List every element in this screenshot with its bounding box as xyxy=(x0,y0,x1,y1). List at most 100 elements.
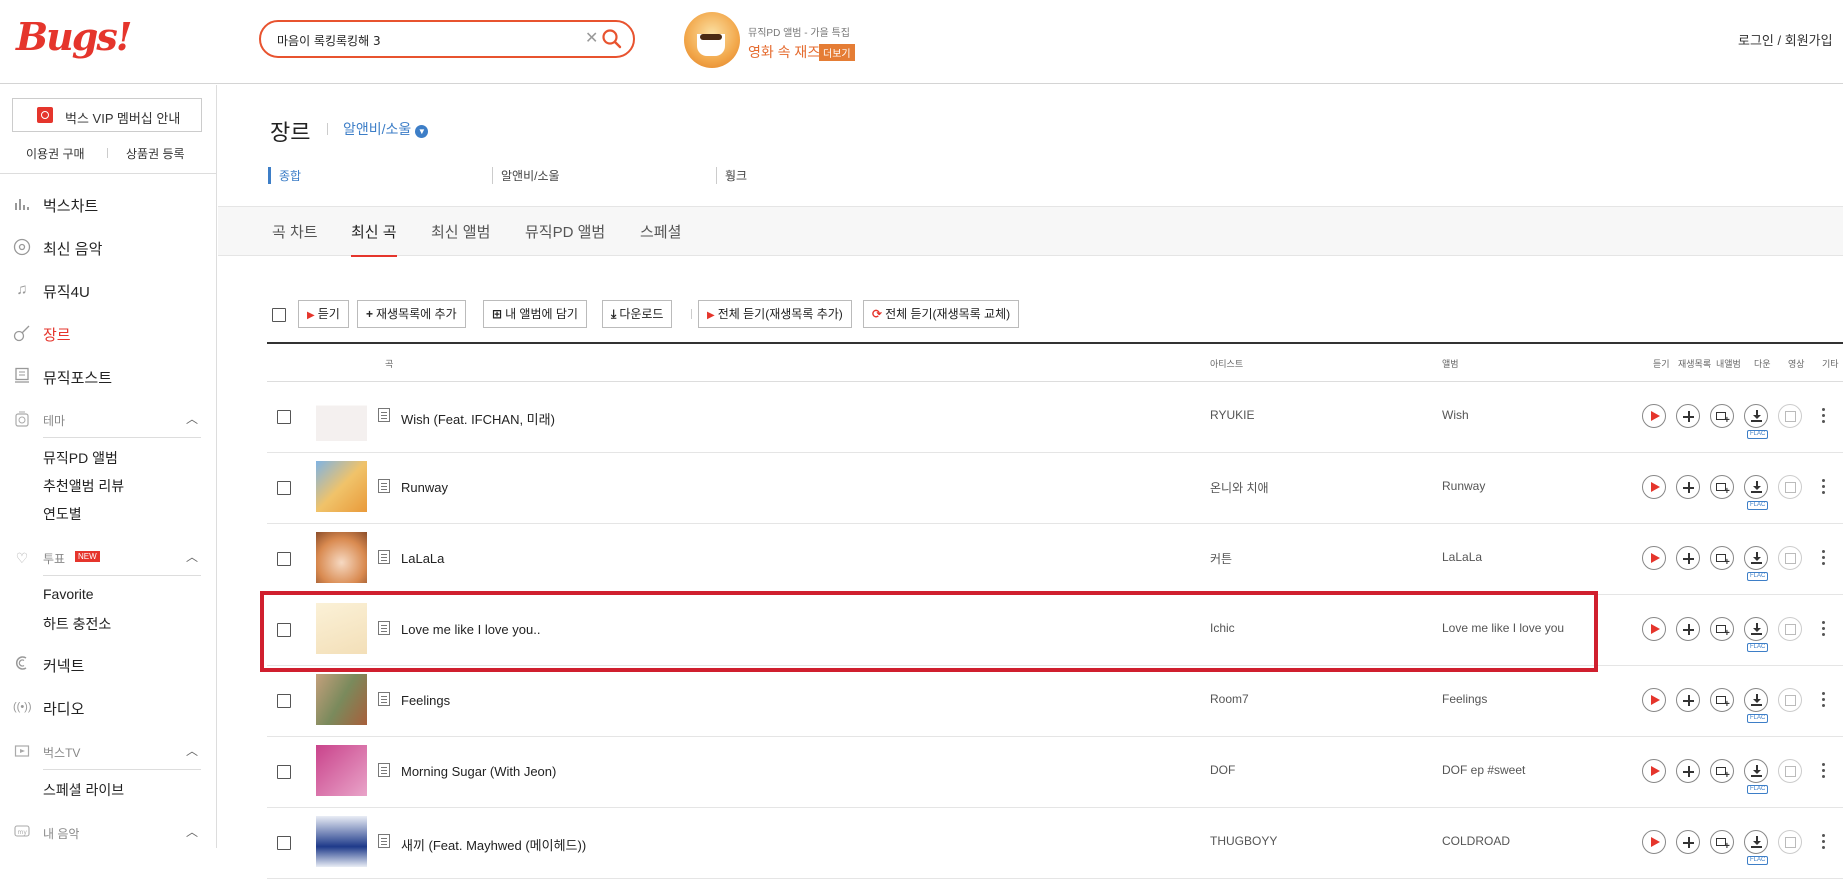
add-to-my-album-button[interactable]: ⊞ 내 앨범에 담기 xyxy=(483,300,587,328)
track-artist[interactable]: THUGBOYY xyxy=(1210,834,1277,848)
add-to-album-icon[interactable]: + xyxy=(1710,688,1734,712)
track-album[interactable]: Wish xyxy=(1442,408,1469,422)
clear-search-icon[interactable]: ✕ xyxy=(585,28,598,48)
sidebar-item-genre[interactable]: 장르 xyxy=(0,318,217,348)
download-icon[interactable] xyxy=(1744,475,1768,499)
more-options-icon[interactable] xyxy=(1818,404,1828,428)
sidebar-item-music4u[interactable]: ♫ 뮤직4U xyxy=(0,275,217,305)
download-icon[interactable] xyxy=(1744,688,1768,712)
track-title[interactable]: Wish (Feat. IFCHAN, 미래) xyxy=(401,409,555,428)
chevron-up-icon[interactable]: ︿ xyxy=(186,742,198,759)
listen-button[interactable]: ▶ 듣기 xyxy=(298,300,349,328)
row-checkbox[interactable] xyxy=(277,623,291,637)
download-icon[interactable] xyxy=(1744,759,1768,783)
play-button[interactable] xyxy=(1642,404,1666,428)
lyrics-icon[interactable] xyxy=(378,692,390,706)
row-checkbox[interactable] xyxy=(277,481,291,495)
row-checkbox[interactable] xyxy=(277,552,291,566)
more-options-icon[interactable] xyxy=(1818,830,1828,854)
login-link[interactable]: 로그인 xyxy=(1738,33,1774,48)
signup-link[interactable]: 회원가입 xyxy=(1785,33,1833,48)
track-artist[interactable]: RYUKIE xyxy=(1210,408,1254,422)
lyrics-icon[interactable] xyxy=(378,834,390,848)
sidebar-item-chart[interactable]: 벅스차트 xyxy=(0,189,217,219)
album-cover-image[interactable] xyxy=(316,674,367,725)
track-album[interactable]: DOF ep #sweet xyxy=(1442,763,1525,777)
add-to-playlist-icon[interactable] xyxy=(1676,404,1700,428)
album-cover-image[interactable] xyxy=(316,603,367,654)
more-options-icon[interactable] xyxy=(1818,475,1828,499)
add-to-album-icon[interactable]: + xyxy=(1710,546,1734,570)
track-artist[interactable]: Room7 xyxy=(1210,692,1249,706)
add-to-album-icon[interactable]: + xyxy=(1710,830,1734,854)
add-to-playlist-icon[interactable] xyxy=(1676,688,1700,712)
sidebar-item-favorite[interactable]: Favorite xyxy=(43,586,94,602)
more-options-icon[interactable] xyxy=(1818,688,1828,712)
play-button[interactable] xyxy=(1642,475,1666,499)
track-album[interactable]: COLDROAD xyxy=(1442,834,1510,848)
play-button[interactable] xyxy=(1642,617,1666,641)
play-button[interactable] xyxy=(1642,688,1666,712)
add-to-album-icon[interactable]: + xyxy=(1710,759,1734,783)
tab-special[interactable]: 스페셜 xyxy=(640,221,681,257)
track-title[interactable]: Runway xyxy=(401,480,448,495)
sidebar-item-album-review[interactable]: 추천앨범 리뷰 xyxy=(43,476,124,496)
subnav-overview[interactable]: 종합 xyxy=(268,167,301,184)
add-to-album-icon[interactable]: + xyxy=(1710,617,1734,641)
add-to-album-icon[interactable]: + xyxy=(1710,404,1734,428)
sidebar-item-new-music[interactable]: 최신 음악 xyxy=(0,232,217,262)
track-album[interactable]: Runway xyxy=(1442,479,1485,493)
listen-all-replace-button[interactable]: ⟳ 전체 듣기(재생목록 교체) xyxy=(863,300,1020,328)
add-to-playlist-icon[interactable] xyxy=(1676,617,1700,641)
tab-musicpd-albums[interactable]: 뮤직PD 앨범 xyxy=(525,221,605,257)
play-button[interactable] xyxy=(1642,546,1666,570)
track-artist[interactable]: DOF xyxy=(1210,763,1235,777)
more-options-icon[interactable] xyxy=(1818,759,1828,783)
add-to-playlist-icon[interactable] xyxy=(1676,830,1700,854)
track-artist[interactable]: Ichic xyxy=(1210,621,1235,635)
sidebar-item-music-post[interactable]: 뮤직포스트 xyxy=(0,361,217,391)
album-cover-image[interactable] xyxy=(316,816,367,867)
row-checkbox[interactable] xyxy=(277,765,291,779)
chevron-up-icon[interactable]: ︿ xyxy=(186,410,198,427)
row-checkbox[interactable] xyxy=(277,694,291,708)
genre-dropdown[interactable]: 알앤비/소울 ▼ xyxy=(343,119,429,139)
sidebar-item-radio[interactable]: ((•)) 라디오 xyxy=(0,692,217,722)
sidebar-item-special-live[interactable]: 스페셜 라이브 xyxy=(43,780,124,800)
listen-all-add-button[interactable]: ▶ 전체 듣기(재생목록 추가) xyxy=(698,300,852,328)
track-title[interactable]: LaLaLa xyxy=(401,551,444,566)
track-album[interactable]: Love me like I love you xyxy=(1442,621,1564,635)
tab-new-songs[interactable]: 최신 곡 xyxy=(351,221,397,257)
bugs-logo[interactable]: Bugs! xyxy=(16,14,132,59)
track-title[interactable]: Feelings xyxy=(401,693,450,708)
play-button[interactable] xyxy=(1642,759,1666,783)
album-cover-image[interactable] xyxy=(316,532,367,583)
download-icon[interactable] xyxy=(1744,404,1768,428)
lyrics-icon[interactable] xyxy=(378,479,390,493)
sidebar-item-by-year[interactable]: 연도별 xyxy=(43,504,82,524)
add-to-playlist-icon[interactable] xyxy=(1676,759,1700,783)
download-icon[interactable] xyxy=(1744,830,1768,854)
sidebar-item-connect[interactable]: 커넥트 xyxy=(0,649,217,679)
promo-more-button[interactable]: 더보기 xyxy=(819,44,855,61)
add-to-playlist-icon[interactable] xyxy=(1676,475,1700,499)
lyrics-icon[interactable] xyxy=(378,763,390,777)
track-artist[interactable]: 온니와 치애 xyxy=(1210,479,1269,496)
album-cover-image[interactable] xyxy=(316,745,367,796)
chevron-up-icon[interactable]: ︿ xyxy=(186,823,198,840)
track-title[interactable]: 새끼 (Feat. Mayhwed (메이헤드)) xyxy=(401,835,586,854)
download-icon[interactable] xyxy=(1744,617,1768,641)
search-input[interactable] xyxy=(277,30,577,50)
sidebar-item-musicpd-album[interactable]: 뮤직PD 앨범 xyxy=(43,448,118,468)
track-album[interactable]: LaLaLa xyxy=(1442,550,1482,564)
chevron-up-icon[interactable]: ︿ xyxy=(186,548,198,565)
track-album[interactable]: Feelings xyxy=(1442,692,1487,706)
play-button[interactable] xyxy=(1642,830,1666,854)
tab-song-chart[interactable]: 곡 차트 xyxy=(272,221,318,257)
add-to-album-icon[interactable]: + xyxy=(1710,475,1734,499)
subnav-funk[interactable]: 훵크 xyxy=(716,167,747,184)
add-to-playlist-icon[interactable] xyxy=(1676,546,1700,570)
track-title[interactable]: Morning Sugar (With Jeon) xyxy=(401,764,556,779)
track-title[interactable]: Love me like I love you.. xyxy=(401,622,540,637)
album-cover-image[interactable] xyxy=(316,461,367,512)
